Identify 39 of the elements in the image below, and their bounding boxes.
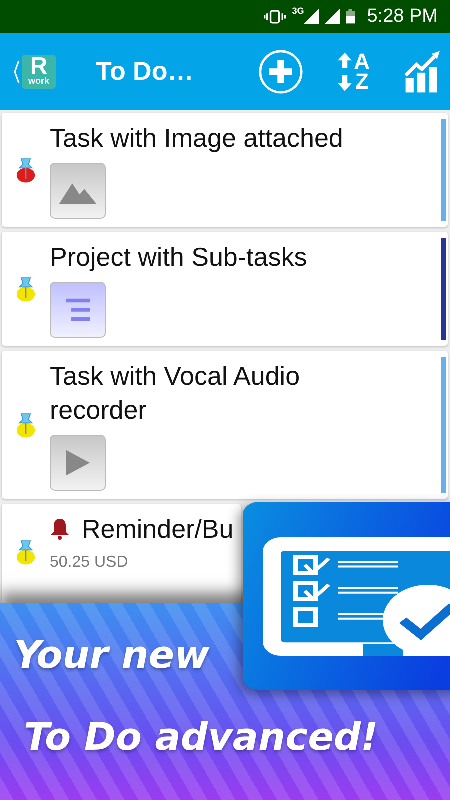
- audio-play-button[interactable]: [50, 435, 106, 491]
- task-amount: 50.25 USD: [50, 554, 130, 572]
- signal-icon: [304, 9, 320, 24]
- logo-word: work: [28, 76, 50, 86]
- task-card[interactable]: Task with Image attached: [2, 113, 448, 227]
- statistics-button[interactable]: [404, 50, 440, 92]
- task-title: Task with Image attached: [50, 122, 344, 155]
- network-type: 3G: [292, 6, 304, 16]
- pushpin-icon: [16, 275, 36, 303]
- vibrate-icon: [264, 10, 286, 24]
- sort-letter: A: [354, 52, 370, 72]
- battery-icon: [346, 9, 356, 24]
- task-card[interactable]: Reminder/Bu 50.25 USD: [2, 504, 241, 603]
- signal-icon: [325, 9, 340, 24]
- chevron-icon: [14, 60, 20, 84]
- play-icon: [66, 450, 90, 476]
- promo-headline: Your new: [14, 633, 211, 677]
- task-title: Project with Sub-tasks: [50, 241, 308, 274]
- pushpin-icon: [16, 156, 36, 184]
- bar-chart-icon: [404, 50, 440, 92]
- list-lines-icon: [64, 298, 92, 322]
- task-card[interactable]: Task with Vocal Audio recorder: [2, 351, 448, 499]
- image-attachment[interactable]: [50, 163, 106, 219]
- screen-title: To Do…: [96, 56, 195, 87]
- promo-headline: To Do advanced!: [24, 715, 380, 759]
- checklist-app-icon: [243, 502, 450, 690]
- bell-icon: [50, 518, 70, 540]
- sort-letter: Z: [355, 72, 369, 92]
- logo-letter: R: [30, 54, 48, 78]
- clock: 5:28 PM: [367, 6, 438, 28]
- task-card[interactable]: Project with Sub-tasks: [2, 232, 448, 346]
- add-button[interactable]: [258, 48, 304, 94]
- sort-arrows-icon: [338, 52, 352, 92]
- task-title: Task with Vocal Audio recorder: [50, 360, 302, 427]
- task-title: Reminder/Bu: [82, 513, 234, 546]
- subtasks-attachment[interactable]: [50, 282, 106, 338]
- pushpin-icon: [16, 538, 36, 566]
- pushpin-icon: [16, 411, 36, 439]
- add-icon: [258, 48, 304, 94]
